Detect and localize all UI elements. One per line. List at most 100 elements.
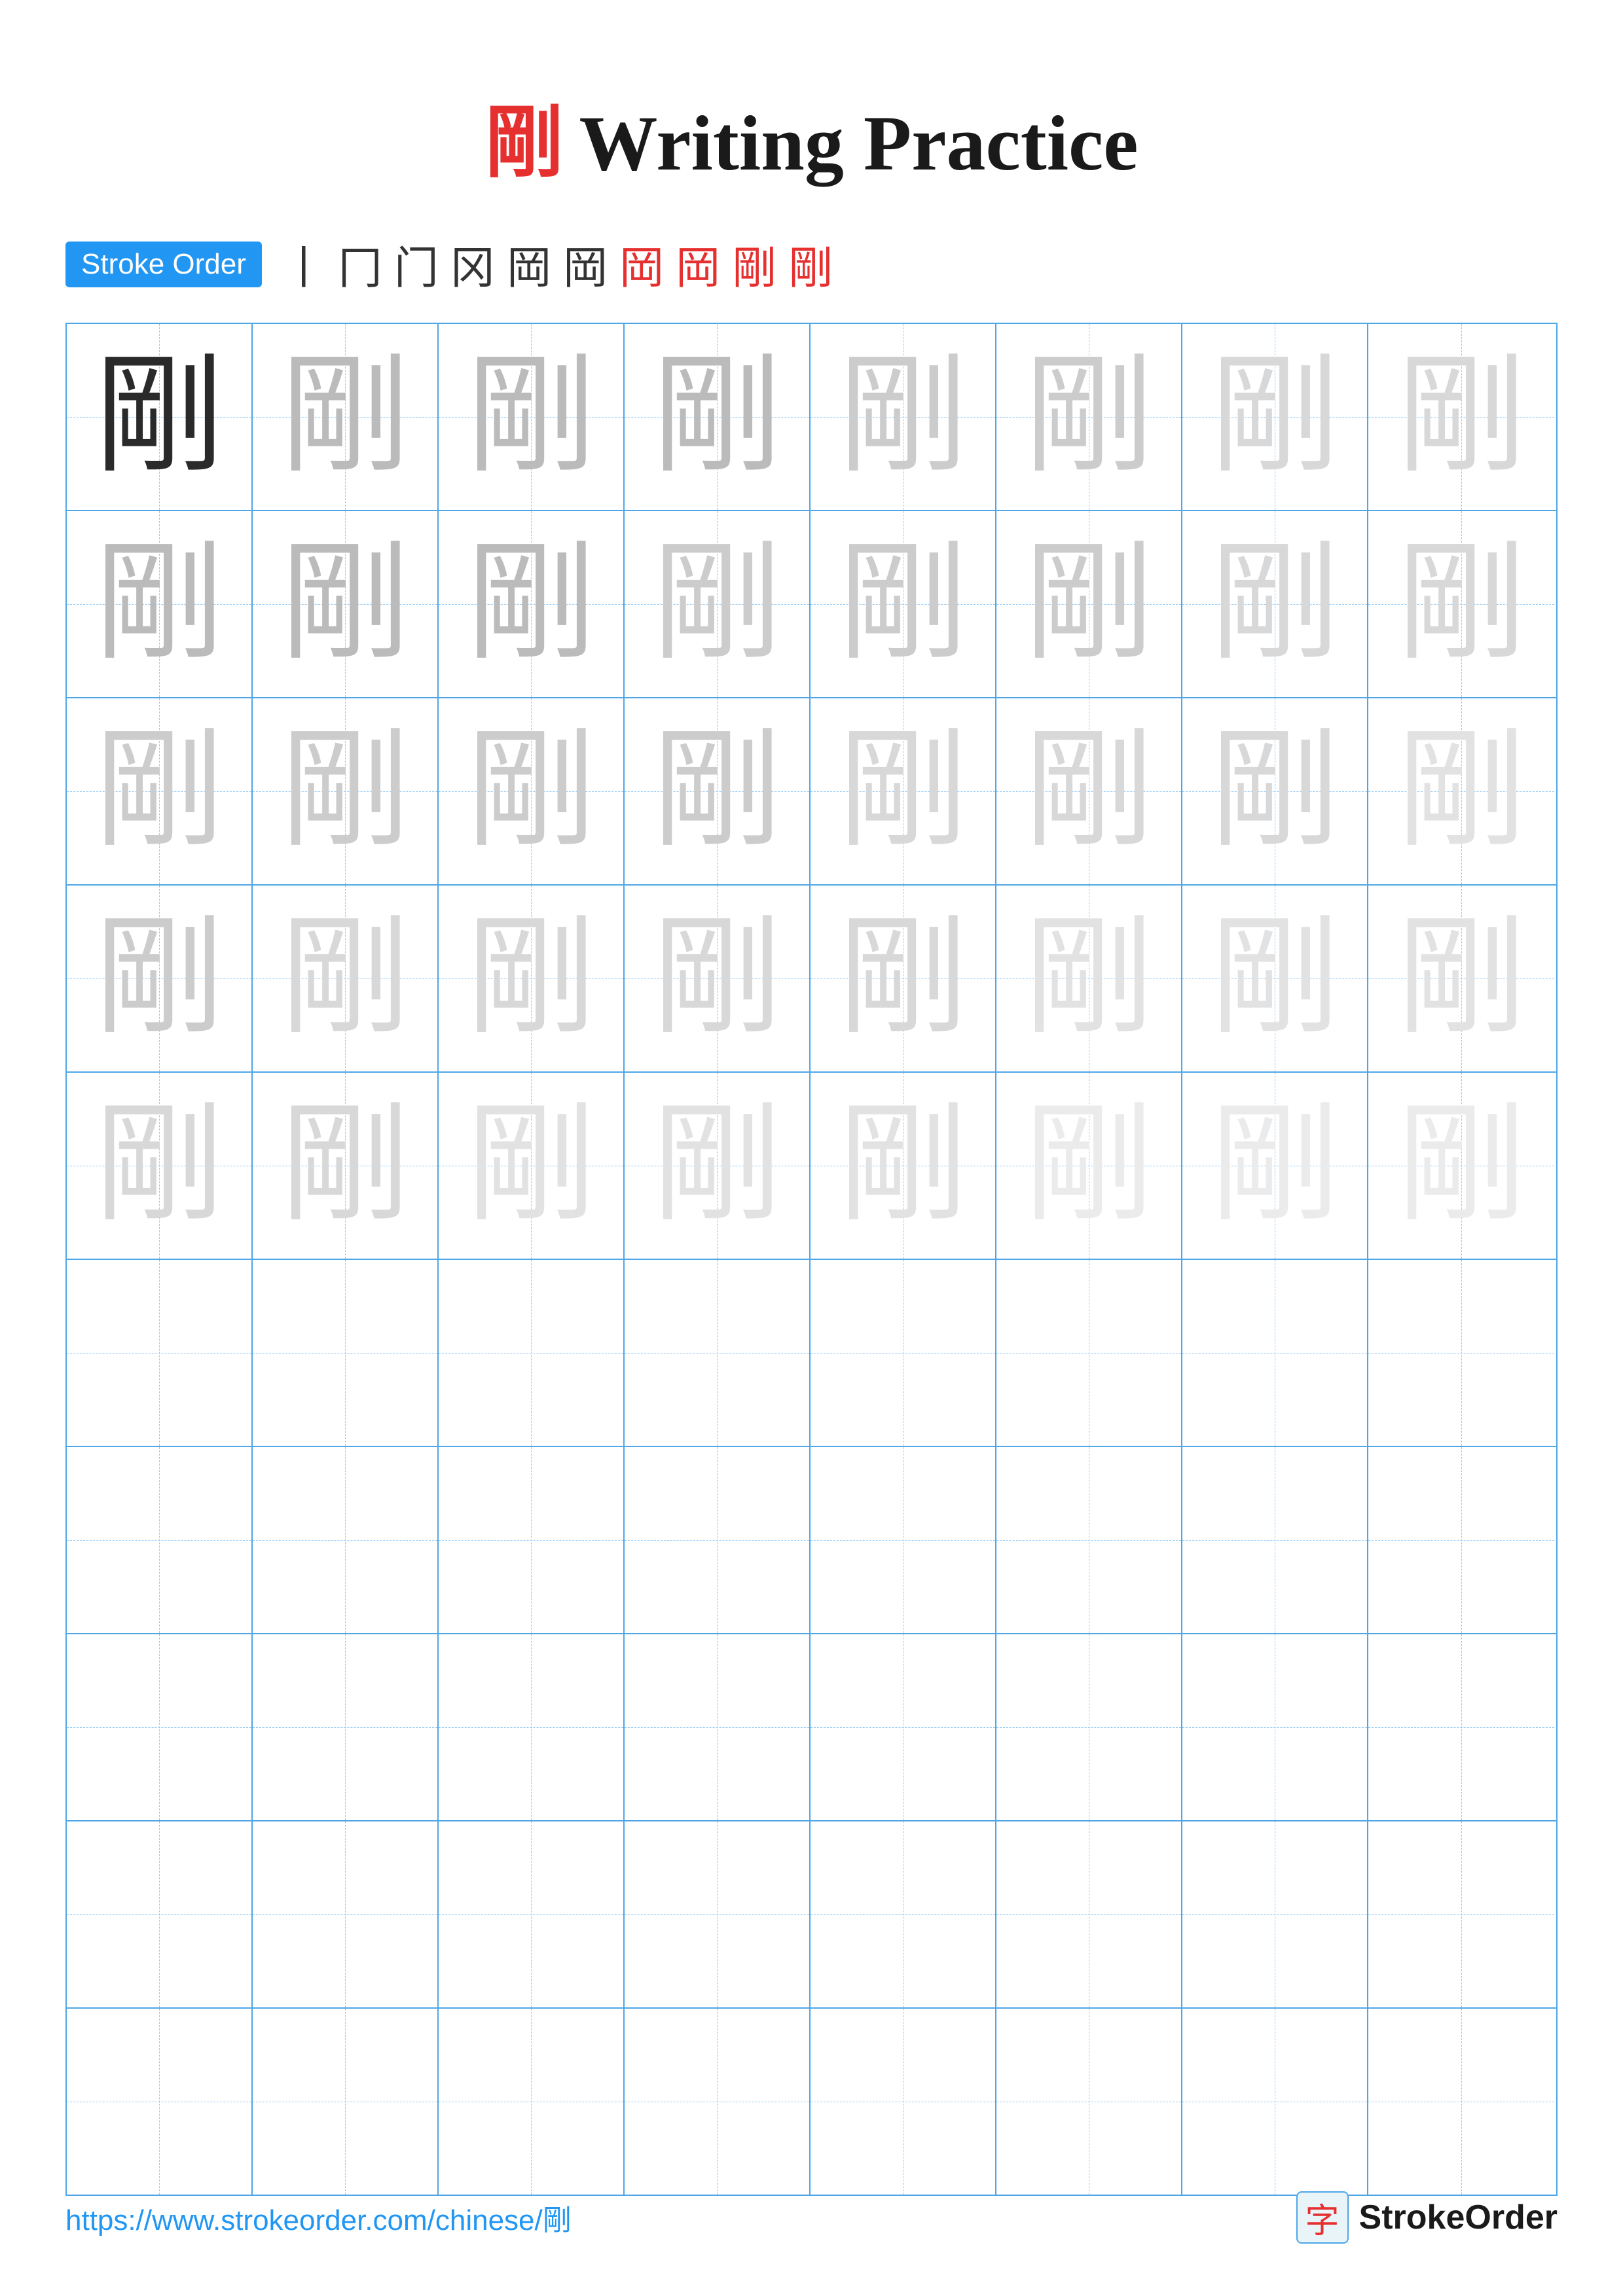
grid-cell[interactable]: [67, 1447, 253, 1633]
grid-cell: 剛: [1368, 324, 1554, 510]
grid-cell: 剛: [1368, 886, 1554, 1071]
stroke-char-7: 岡: [619, 232, 664, 296]
grid-cell[interactable]: [1182, 1447, 1368, 1633]
stroke-order-badge: Stroke Order: [65, 242, 262, 287]
grid-cell[interactable]: [439, 1260, 625, 1446]
practice-char: 剛: [838, 914, 968, 1043]
grid-row[interactable]: [67, 1447, 1556, 1634]
grid-cell: 剛: [1182, 698, 1368, 884]
grid-row[interactable]: [67, 1260, 1556, 1447]
grid-cell[interactable]: [1368, 1634, 1554, 1820]
practice-char: 剛: [466, 914, 596, 1043]
practice-char: 剛: [1210, 726, 1340, 856]
practice-char: 剛: [1210, 539, 1340, 669]
grid-cell[interactable]: [625, 1634, 811, 1820]
practice-char: 剛: [1396, 1101, 1526, 1230]
grid-cell: 剛: [1368, 698, 1554, 884]
page: 剛 Writing Practice Stroke Order 丨 冂 门 冈 …: [0, 0, 1623, 2296]
grid-cell[interactable]: [1368, 1260, 1554, 1446]
practice-char: 剛: [838, 352, 968, 482]
grid-cell: 剛: [439, 324, 625, 510]
grid-cell[interactable]: [811, 1260, 996, 1446]
grid-cell[interactable]: [253, 1821, 439, 2007]
grid-cell[interactable]: [811, 2009, 996, 2195]
grid-cell: 剛: [996, 324, 1182, 510]
practice-char: 剛: [466, 539, 596, 669]
grid-cell[interactable]: [1182, 1260, 1368, 1446]
grid-cell[interactable]: [67, 1634, 253, 1820]
grid-cell[interactable]: [253, 1447, 439, 1633]
grid-cell: 剛: [625, 886, 811, 1071]
grid-cell[interactable]: [253, 1260, 439, 1446]
grid-cell: 剛: [996, 886, 1182, 1071]
grid-cell[interactable]: [811, 1447, 996, 1633]
grid-cell: 剛: [996, 698, 1182, 884]
practice-grid: 剛剛剛剛剛剛剛剛剛剛剛剛剛剛剛剛剛剛剛剛剛剛剛剛剛剛剛剛剛剛剛剛剛剛剛剛剛剛剛剛: [65, 323, 1558, 2196]
grid-cell[interactable]: [625, 1260, 811, 1446]
practice-char: 剛: [652, 1101, 782, 1230]
grid-cell[interactable]: [253, 1634, 439, 1820]
grid-cell[interactable]: [439, 1447, 625, 1633]
grid-cell[interactable]: [996, 1260, 1182, 1446]
grid-cell: 剛: [1368, 511, 1554, 697]
stroke-order-row: Stroke Order 丨 冂 门 冈 岡 岡 岡 岡 剛 剛: [65, 232, 1558, 296]
grid-cell[interactable]: [439, 1634, 625, 1820]
grid-cell[interactable]: [625, 1447, 811, 1633]
grid-cell[interactable]: [253, 2009, 439, 2195]
grid-cell[interactable]: [439, 2009, 625, 2195]
practice-char: 剛: [1024, 726, 1154, 856]
practice-char: 剛: [838, 726, 968, 856]
practice-char: 剛: [1396, 539, 1526, 669]
grid-cell[interactable]: [625, 2009, 811, 2195]
practice-char: 剛: [1024, 352, 1154, 482]
practice-char: 剛: [94, 914, 224, 1043]
grid-cell[interactable]: [67, 1821, 253, 2007]
grid-cell: 剛: [1182, 1073, 1368, 1259]
grid-row: 剛剛剛剛剛剛剛剛: [67, 886, 1556, 1073]
practice-char: 剛: [466, 726, 596, 856]
grid-cell[interactable]: [1368, 1821, 1554, 2007]
stroke-char-8: 岡: [676, 232, 720, 296]
grid-cell[interactable]: [67, 1260, 253, 1446]
grid-row: 剛剛剛剛剛剛剛剛: [67, 698, 1556, 886]
grid-row: 剛剛剛剛剛剛剛剛: [67, 324, 1556, 511]
grid-row: 剛剛剛剛剛剛剛剛: [67, 511, 1556, 698]
practice-char: 剛: [652, 726, 782, 856]
footer: https://www.strokeorder.com/chinese/剛 字 …: [65, 2191, 1558, 2244]
practice-char: 剛: [466, 1101, 596, 1230]
title-area: 剛 Writing Practice: [65, 52, 1558, 192]
grid-cell[interactable]: [439, 1821, 625, 2007]
grid-cell[interactable]: [1182, 1634, 1368, 1820]
grid-row[interactable]: [67, 2009, 1556, 2195]
grid-cell[interactable]: [1182, 2009, 1368, 2195]
practice-char: 剛: [1024, 1101, 1154, 1230]
grid-cell: 剛: [439, 511, 625, 697]
grid-cell[interactable]: [996, 1634, 1182, 1820]
stroke-order-chars: 丨 冂 门 冈 岡 岡 岡 岡 剛 剛: [282, 232, 833, 296]
grid-cell[interactable]: [67, 2009, 253, 2195]
practice-char: 剛: [1024, 914, 1154, 1043]
grid-cell[interactable]: [996, 2009, 1182, 2195]
grid-cell[interactable]: [996, 1447, 1182, 1633]
practice-char: 剛: [94, 352, 224, 482]
stroke-char-5: 岡: [507, 232, 551, 296]
footer-url[interactable]: https://www.strokeorder.com/chinese/剛: [65, 2197, 572, 2238]
practice-char: 剛: [280, 726, 410, 856]
grid-cell: 剛: [811, 511, 996, 697]
grid-cell[interactable]: [1182, 1821, 1368, 2007]
grid-cell[interactable]: [811, 1634, 996, 1820]
grid-cell[interactable]: [625, 1821, 811, 2007]
grid-row[interactable]: [67, 1821, 1556, 2009]
grid-cell[interactable]: [1368, 1447, 1554, 1633]
practice-char: 剛: [1210, 914, 1340, 1043]
grid-cell[interactable]: [996, 1821, 1182, 2007]
practice-char: 剛: [838, 1101, 968, 1230]
grid-cell[interactable]: [811, 1821, 996, 2007]
grid-row[interactable]: [67, 1634, 1556, 1821]
stroke-char-10: 剛: [788, 232, 833, 296]
grid-cell: 剛: [1182, 886, 1368, 1071]
grid-cell: 剛: [811, 324, 996, 510]
grid-cell: 剛: [811, 886, 996, 1071]
grid-cell[interactable]: [1368, 2009, 1554, 2195]
title-chinese: 剛: [484, 99, 563, 187]
